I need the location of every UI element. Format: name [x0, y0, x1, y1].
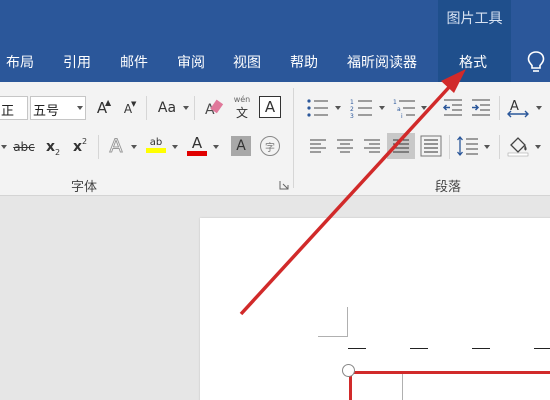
- align-left-icon[interactable]: [308, 137, 328, 155]
- font-group-label: 字体: [71, 180, 98, 195]
- line-spacing-icon[interactable]: [456, 135, 480, 157]
- chevron-down-icon: [379, 106, 385, 110]
- bullets-icon[interactable]: [306, 97, 330, 119]
- svg-text:1: 1: [350, 99, 354, 106]
- picture-tools-label: 图片工具: [446, 11, 503, 27]
- character-shading-button[interactable]: A: [231, 136, 251, 156]
- divider: [499, 135, 500, 159]
- divider: [194, 96, 195, 120]
- divider: [499, 96, 500, 120]
- text-line-dash: [348, 348, 366, 349]
- font-size-combobox[interactable]: 五号: [30, 96, 86, 120]
- grow-font-button[interactable]: A ▲: [92, 96, 112, 120]
- text-line-dash: [472, 348, 490, 349]
- font-color-button[interactable]: A: [186, 132, 208, 158]
- text-line-dash: [410, 348, 428, 349]
- group-separator: [293, 88, 294, 188]
- svg-text:1: 1: [393, 99, 397, 106]
- highlight-color-swatch: [146, 148, 166, 153]
- svg-text:2: 2: [350, 106, 354, 113]
- svg-text:i: i: [401, 113, 403, 119]
- tab-foxit-reader[interactable]: 福昕阅读器: [347, 52, 417, 72]
- superscript-button[interactable]: x2: [69, 135, 91, 159]
- enclose-characters-button[interactable]: 字: [260, 136, 280, 156]
- tab-references[interactable]: 引用: [63, 52, 91, 72]
- chevron-down-icon: [421, 106, 427, 110]
- tab-review[interactable]: 审阅: [177, 52, 205, 72]
- eraser-icon[interactable]: A: [203, 96, 225, 120]
- tab-mailings[interactable]: 邮件: [120, 52, 148, 72]
- chevron-down-icon: [484, 145, 490, 149]
- strikethrough-button[interactable]: abc: [10, 135, 38, 159]
- increase-indent-icon[interactable]: [470, 97, 492, 119]
- font-size-value: 五号: [33, 104, 60, 119]
- subscript-button[interactable]: x2: [42, 135, 64, 159]
- change-case-button[interactable]: Aa: [154, 96, 180, 120]
- align-right-icon[interactable]: [362, 137, 382, 155]
- font-color-swatch: [187, 150, 207, 156]
- chevron-down-icon: [183, 106, 189, 110]
- lightbulb-icon[interactable]: [525, 50, 547, 74]
- text-effects-button[interactable]: A: [104, 134, 128, 158]
- distributed-icon[interactable]: [420, 135, 442, 157]
- tab-format[interactable]: 格式: [459, 52, 487, 72]
- paragraph-group-label: 段落: [435, 180, 462, 195]
- multilevel-list-icon[interactable]: 1ai: [393, 97, 417, 119]
- text-highlight-button[interactable]: ab: [145, 132, 167, 158]
- chevron-down-icon: [335, 106, 341, 110]
- numbering-icon[interactable]: 123: [350, 97, 374, 119]
- character-border-button[interactable]: A: [259, 96, 281, 118]
- chevron-down-icon: [535, 145, 541, 149]
- rotate-handle[interactable]: [342, 364, 355, 377]
- justify-button[interactable]: [387, 133, 415, 159]
- shrink-font-button[interactable]: A ▼: [118, 98, 138, 120]
- divider: [146, 96, 147, 120]
- svg-text:a: a: [397, 106, 401, 113]
- chevron-down-icon: [131, 145, 137, 149]
- decrease-indent-icon[interactable]: [442, 97, 464, 119]
- svg-text:3: 3: [350, 113, 354, 119]
- tab-view[interactable]: 视图: [233, 52, 261, 72]
- align-center-icon[interactable]: [335, 137, 355, 155]
- chevron-down-icon: [172, 145, 178, 149]
- svg-text:A: A: [510, 99, 519, 114]
- font-name-combobox[interactable]: 正: [0, 96, 28, 120]
- shading-icon[interactable]: [506, 133, 530, 157]
- justify-icon: [393, 139, 409, 153]
- divider: [98, 135, 99, 159]
- text-direction-icon[interactable]: A: [506, 96, 532, 120]
- chevron-down-icon: [536, 106, 542, 110]
- picture-corner-mark: [373, 374, 403, 400]
- tab-layout[interactable]: 布局: [6, 52, 34, 72]
- chevron-down-icon: [77, 106, 83, 110]
- font-name-value: 正: [1, 104, 15, 119]
- chevron-down-icon: [213, 145, 219, 149]
- margin-corner-mark: [318, 307, 348, 337]
- chevron-down-icon: [1, 145, 7, 149]
- tab-help[interactable]: 帮助: [290, 52, 318, 72]
- divider: [449, 135, 450, 159]
- phonetic-guide-button[interactable]: wén 文: [231, 94, 253, 122]
- font-dialog-launcher-icon[interactable]: [279, 180, 289, 190]
- text-line-dash: [534, 348, 550, 349]
